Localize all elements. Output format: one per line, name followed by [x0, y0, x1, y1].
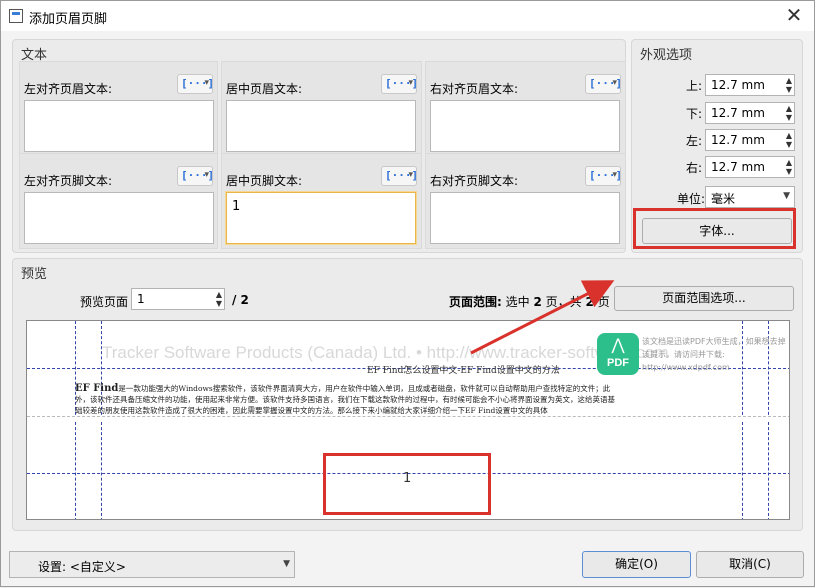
cancel-button[interactable]: 取消(C) [696, 551, 804, 578]
settings-select[interactable]: 设置: <自定义> ▼ [9, 551, 295, 578]
annotation-arrow [470, 280, 615, 355]
dialog-window: 添加页眉页脚 ✕ 文本 左对齐页眉文本: [···] ▾ 居中页眉文本: [··… [0, 0, 815, 587]
chevron-down-icon: ▼ [283, 559, 290, 569]
ok-button[interactable]: 确定(O) [582, 551, 691, 578]
